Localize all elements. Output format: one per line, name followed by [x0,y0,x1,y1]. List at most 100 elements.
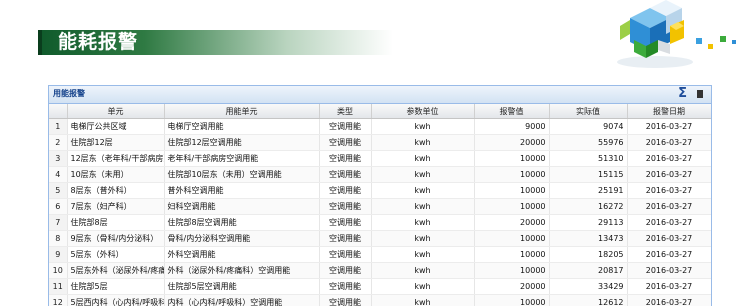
cell-alarm-value: 10000 [474,199,549,215]
cell-param-unit: kwh [371,183,474,199]
cell-alarm-value: 10000 [474,247,549,263]
table-row[interactable]: 410层东（未用）住院部10层东（未用）空调用能空调用能kwh100001511… [49,167,711,183]
cell-energy-unit: 老年科/干部病房空调用能 [164,151,319,167]
table-row[interactable]: 58层东（普外科）普外科空调用能空调用能kwh10000251912016-03… [49,183,711,199]
panel-title: 用能报警 [53,88,85,99]
cell-alarm-value: 20000 [474,135,549,151]
cell-alarm-value: 10000 [474,231,549,247]
table-row[interactable]: 11住院部5层住院部5层空调用能空调用能kwh20000334292016-03… [49,279,711,295]
cell-energy-unit: 外科（泌尿外科/疼痛科）空调用能 [164,263,319,279]
cell-type: 空调用能 [319,183,371,199]
cell-energy-unit: 妇科空调用能 [164,199,319,215]
cell-unit: 住院部5层 [67,279,164,295]
table-row[interactable]: 7住院部8层住院部8层空调用能空调用能kwh20000291132016-03-… [49,215,711,231]
cell-type: 空调用能 [319,295,371,306]
table-row[interactable]: 312层东（老年科/干部病房）老年科/干部病房空调用能空调用能kwh100005… [49,151,711,167]
cell-alarm-date: 2016-03-27 [627,135,711,151]
table-row[interactable]: 1电梯厅公共区域电梯厅空调用能空调用能kwh900090742016-03-27 [49,119,711,135]
cell-param-unit: kwh [371,119,474,135]
cell-param-unit: kwh [371,279,474,295]
cell-unit: 8层东（普外科） [67,183,164,199]
table-row[interactable]: 125层西内科（心内科/呼吸科）内科（心内科/呼吸科）空调用能空调用能kwh10… [49,295,711,306]
column-header-param-unit[interactable]: 参数单位 [371,104,474,119]
cell-unit: 9层东（骨科/内分泌科） [67,231,164,247]
cell-actual-value: 25191 [549,183,627,199]
cell-energy-unit: 内科（心内科/呼吸科）空调用能 [164,295,319,306]
cell-type: 空调用能 [319,135,371,151]
cell-alarm-date: 2016-03-27 [627,231,711,247]
cell-actual-value: 33429 [549,279,627,295]
table-header-row: 单元 用能单元 类型 参数单位 报警值 实际值 报警日期 [49,104,711,119]
cell-index: 8 [49,231,67,247]
cell-index: 7 [49,215,67,231]
cell-unit: 5层西内科（心内科/呼吸科） [67,295,164,306]
cell-actual-value: 12612 [549,295,627,306]
cell-alarm-date: 2016-03-27 [627,263,711,279]
page-title: 能耗报警 [58,30,138,55]
cell-unit: 10层东（未用） [67,167,164,183]
cell-type: 空调用能 [319,263,371,279]
cell-unit: 5层东（外科） [67,247,164,263]
cell-param-unit: kwh [371,247,474,263]
cell-index: 5 [49,183,67,199]
cell-actual-value: 9074 [549,119,627,135]
cell-actual-value: 55976 [549,135,627,151]
panel-header: 用能报警 Σ [49,86,711,104]
cell-alarm-value: 10000 [474,183,549,199]
sum-icon[interactable]: Σ [678,86,687,102]
column-header-energy-unit[interactable]: 用能单元 [164,104,319,119]
table-row[interactable]: 2住院部12层住院部12层空调用能空调用能kwh20000559762016-0… [49,135,711,151]
alarm-panel: 用能报警 Σ 单元 用能单元 类型 参数单位 报警值 实际值 报警日期 1电梯厅… [48,85,712,306]
column-header-unit[interactable]: 单元 [67,104,164,119]
cell-alarm-date: 2016-03-27 [627,199,711,215]
cell-energy-unit: 电梯厅空调用能 [164,119,319,135]
column-header-actual-value[interactable]: 实际值 [549,104,627,119]
cell-alarm-date: 2016-03-27 [627,167,711,183]
cell-energy-unit: 普外科空调用能 [164,183,319,199]
cell-alarm-date: 2016-03-27 [627,151,711,167]
cell-param-unit: kwh [371,263,474,279]
alarm-table: 单元 用能单元 类型 参数单位 报警值 实际值 报警日期 1电梯厅公共区域电梯厅… [49,104,712,306]
cell-type: 空调用能 [319,247,371,263]
cell-param-unit: kwh [371,199,474,215]
cell-unit: 住院部8层 [67,215,164,231]
cell-index: 3 [49,151,67,167]
table-row[interactable]: 89层东（骨科/内分泌科）骨科/内分泌科空调用能空调用能kwh100001347… [49,231,711,247]
cell-type: 空调用能 [319,231,371,247]
cell-alarm-date: 2016-03-27 [627,183,711,199]
cell-alarm-date: 2016-03-27 [627,295,711,306]
cell-unit: 5层东外科（泌尿外科/疼痛科） [67,263,164,279]
square-icon[interactable] [697,90,703,98]
cell-energy-unit: 骨科/内分泌科空调用能 [164,231,319,247]
cell-actual-value: 15115 [549,167,627,183]
table-row[interactable]: 95层东（外科）外科空调用能空调用能kwh10000182052016-03-2… [49,247,711,263]
banner-accent-bar [38,30,42,55]
column-header-index[interactable] [49,104,67,119]
cell-param-unit: kwh [371,167,474,183]
column-header-type[interactable]: 类型 [319,104,371,119]
cell-alarm-value: 10000 [474,151,549,167]
cell-type: 空调用能 [319,279,371,295]
cell-alarm-value: 9000 [474,119,549,135]
cell-alarm-value: 20000 [474,215,549,231]
cell-energy-unit: 住院部8层空调用能 [164,215,319,231]
cell-type: 空调用能 [319,119,371,135]
cell-alarm-value: 20000 [474,279,549,295]
cell-energy-unit: 外科空调用能 [164,247,319,263]
cell-energy-unit: 住院部5层空调用能 [164,279,319,295]
column-header-alarm-value[interactable]: 报警值 [474,104,549,119]
cell-unit: 7层东（妇产科） [67,199,164,215]
cube-logo-icon [600,0,745,70]
cell-energy-unit: 住院部12层空调用能 [164,135,319,151]
cell-type: 空调用能 [319,215,371,231]
cell-actual-value: 29113 [549,215,627,231]
table-row[interactable]: 67层东（妇产科）妇科空调用能空调用能kwh10000162722016-03-… [49,199,711,215]
column-header-alarm-date[interactable]: 报警日期 [627,104,711,119]
cell-param-unit: kwh [371,135,474,151]
table-row[interactable]: 105层东外科（泌尿外科/疼痛科）外科（泌尿外科/疼痛科）空调用能空调用能kwh… [49,263,711,279]
cell-index: 4 [49,167,67,183]
cell-actual-value: 51310 [549,151,627,167]
cell-alarm-value: 10000 [474,263,549,279]
cell-index: 11 [49,279,67,295]
cell-index: 6 [49,199,67,215]
